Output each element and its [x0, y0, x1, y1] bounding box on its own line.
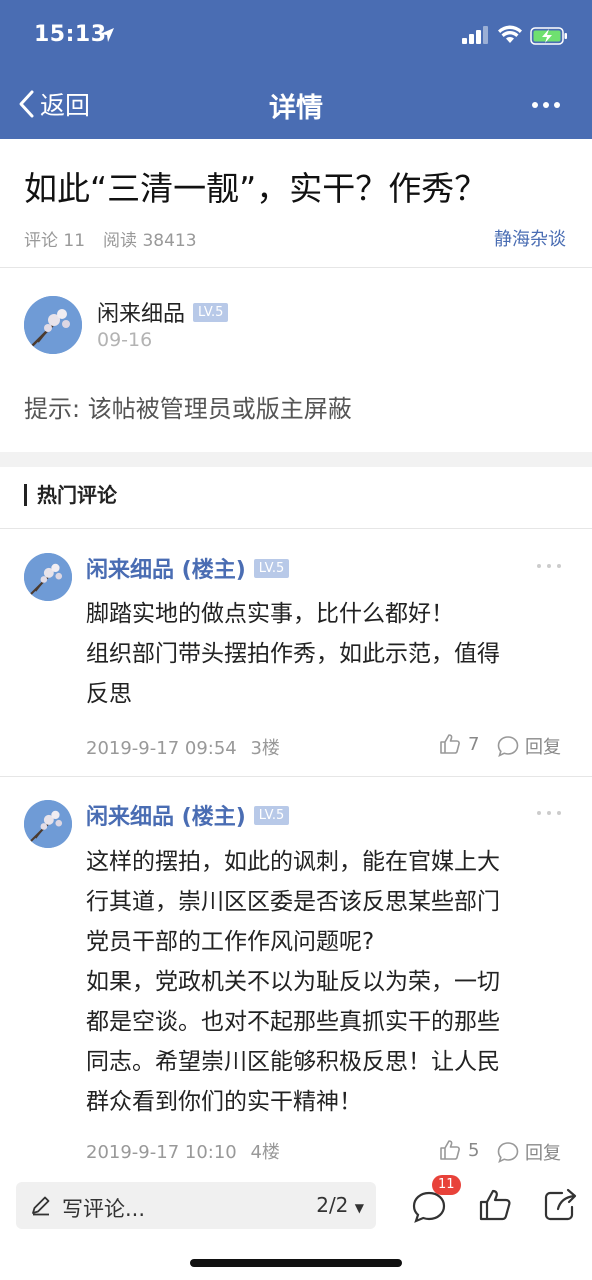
reply-button[interactable]: 回复 [497, 733, 561, 759]
like-count: 5 [468, 1139, 480, 1161]
reply-button[interactable]: 回复 [497, 1139, 561, 1165]
comment-count-badge: 11 [432, 1175, 461, 1195]
divider [0, 267, 592, 268]
caret-down-icon: ▼ [354, 1201, 364, 1215]
comment-time: 2019-9-17 09:54 [86, 738, 237, 759]
wifi-icon [498, 25, 522, 43]
post-date: 09-16 [97, 329, 153, 351]
battery-charging-icon [530, 27, 567, 45]
level-badge: LV.5 [253, 805, 290, 825]
comment-floor: 4楼 [250, 1142, 280, 1163]
comment-author-name: 闲来细品 (楼主) [86, 805, 246, 830]
status-bar: 15:13 [0, 0, 592, 70]
like-button[interactable]: 5 [438, 1138, 479, 1162]
divider [0, 528, 592, 529]
comment-count: 评论 11 [24, 231, 86, 251]
page-selector[interactable]: 2/2 ▼ [316, 1193, 364, 1217]
comment-author[interactable]: 闲来细品 (楼主) LV.5 [86, 799, 290, 831]
comment-line: 党员干部的工作作风问题呢? [86, 929, 375, 955]
status-time: 15:13 [34, 22, 107, 47]
avatar-image [24, 296, 82, 354]
comment-body: 这样的摆拍，如此的讽刺，能在官媒上大 行其道，崇川区区委是否该反思某些部门 党员… [86, 842, 556, 1122]
comment-line: 行其道，崇川区区委是否该反思某些部门 [86, 889, 500, 915]
like-count: 7 [468, 733, 480, 755]
moderation-hint: 提示: 该帖被管理员或版主屏蔽 [24, 395, 352, 423]
more-options-icon[interactable] [530, 90, 562, 120]
comment-meta: 2019-9-17 10:10 4楼 [86, 1138, 280, 1164]
comment-more-icon[interactable] [536, 562, 562, 570]
comment-floor: 3楼 [250, 738, 280, 759]
article-title: 如此“三清一靓”，实干？作秀？ [24, 169, 488, 208]
thumbs-up-icon [440, 1140, 460, 1160]
share-icon[interactable] [540, 1185, 580, 1225]
speech-bubble-icon [497, 736, 519, 757]
comment-line: 群众看到你们的实干精神！ [86, 1089, 362, 1115]
comment-meta: 2019-9-17 09:54 3楼 [86, 734, 280, 760]
comment-line: 反思 [86, 681, 132, 707]
comment-avatar[interactable] [24, 800, 72, 848]
comment-time: 2019-9-17 10:10 [86, 1142, 237, 1163]
thumbs-up-icon[interactable] [475, 1185, 515, 1225]
avatar-image [24, 800, 72, 848]
hot-comments-title: 热门评论 [24, 484, 117, 506]
like-button[interactable]: 7 [438, 732, 479, 756]
level-badge: LV.5 [253, 558, 290, 578]
comment-author[interactable]: 闲来细品 (楼主) LV.5 [86, 552, 290, 584]
nav-bar: 返回 详情 [0, 70, 592, 139]
comment-line: 这样的摆拍，如此的讽刺，能在官媒上大 [86, 849, 500, 875]
comment-author-name: 闲来细品 (楼主) [86, 558, 246, 583]
level-badge: LV.5 [193, 302, 229, 322]
pencil-icon [32, 1196, 50, 1216]
comment-body: 脚踏实地的做点实事，比什么都好！ 组织部门带头摆拍作秀，如此示范，值得 反思 [86, 594, 556, 714]
comment-line: 脚踏实地的做点实事，比什么都好！ [86, 601, 454, 627]
write-comment-input[interactable]: 写评论... 2/2 ▼ [16, 1182, 376, 1229]
section-separator [0, 452, 592, 467]
comment-line: 都是空谈。也对不起那些真抓实干的那些 [86, 1009, 500, 1035]
write-comment-placeholder: 写评论... [62, 1197, 146, 1221]
page-title: 详情 [269, 93, 323, 124]
post-author[interactable]: 闲来细品 LV.5 [97, 296, 229, 328]
speech-bubble-icon [497, 1142, 519, 1163]
comment-line: 如果，党政机关不以为耻反以为荣，一切 [86, 969, 500, 995]
top-header: 15:13 返回 详情 [0, 0, 592, 139]
location-arrow-icon [100, 28, 114, 42]
comment-line: 组织部门带头摆拍作秀，如此示范，值得 [86, 641, 500, 667]
article-meta: 评论 11 阅读 38413 [24, 226, 215, 251]
home-indicator[interactable] [190, 1259, 402, 1267]
cellular-signal-icon [462, 26, 488, 44]
avatar[interactable] [24, 296, 82, 354]
thumbs-up-icon [440, 734, 460, 754]
avatar-image [24, 553, 72, 601]
reply-label: 回复 [525, 737, 561, 758]
post-author-name: 闲来细品 [97, 302, 186, 327]
comment-more-icon[interactable] [536, 809, 562, 817]
read-count: 阅读 38413 [103, 231, 197, 251]
page-indicator: 2/2 [316, 1193, 349, 1217]
board-link[interactable]: 静海杂谈 [494, 225, 566, 251]
comment-avatar[interactable] [24, 553, 72, 601]
divider [0, 776, 592, 777]
reply-label: 回复 [525, 1143, 561, 1164]
comment-line: 同志。希望崇川区能够积极反思！让人民 [86, 1049, 500, 1075]
